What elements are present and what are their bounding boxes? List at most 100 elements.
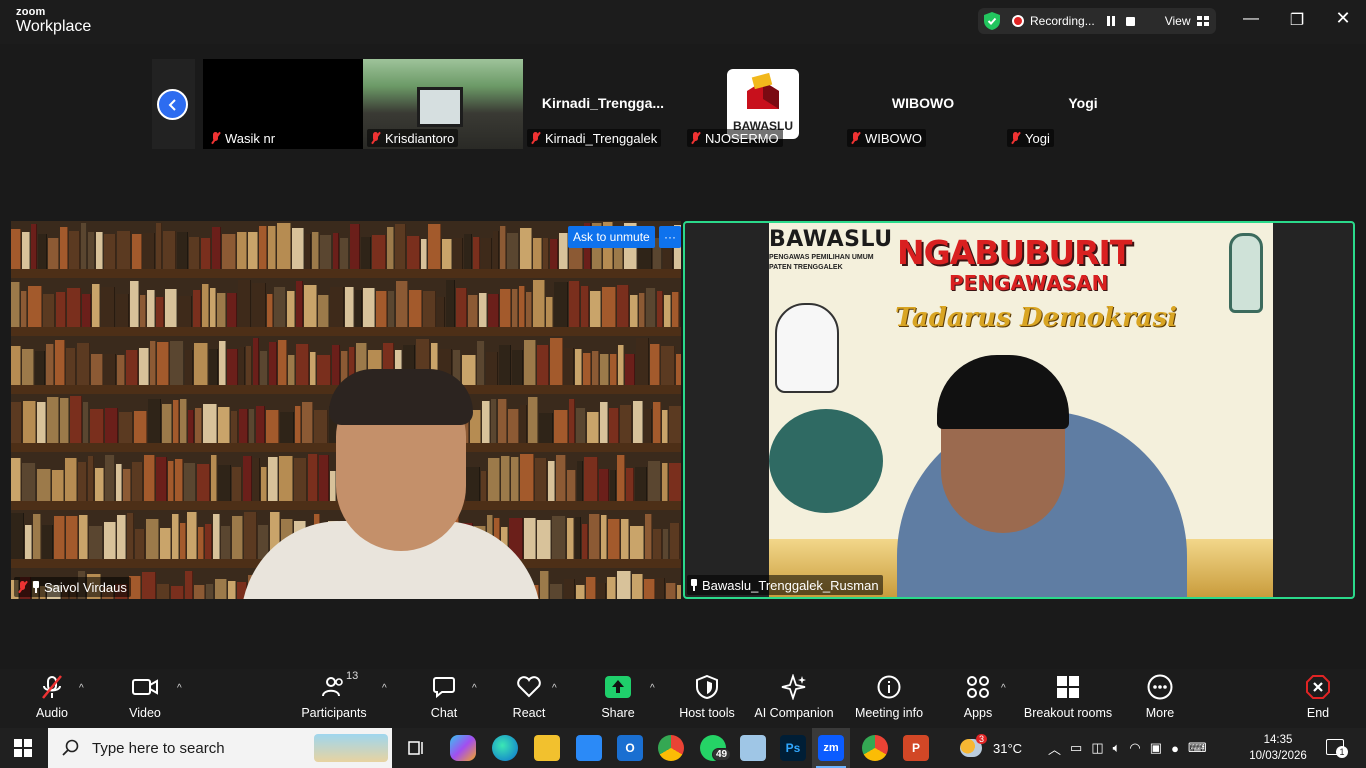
notifications-icon[interactable]: 1: [1326, 739, 1348, 758]
view-button[interactable]: View: [1165, 14, 1209, 28]
volume-icon[interactable]: 🔈︎: [1113, 740, 1121, 756]
book: [554, 410, 568, 443]
keyboard-icon[interactable]: ⌨︎: [1188, 740, 1207, 756]
ask-to-unmute-button[interactable]: Ask to unmute: [568, 226, 655, 248]
book: [653, 529, 662, 559]
notes-app-icon[interactable]: [740, 735, 766, 761]
more-button[interactable]: More: [1140, 669, 1180, 728]
video-options-caret-icon[interactable]: ^: [177, 683, 182, 694]
book: [184, 463, 196, 501]
book: [663, 529, 669, 559]
meeting-info-button[interactable]: Meeting info: [853, 669, 925, 728]
person-hair: [329, 369, 473, 425]
book: [650, 344, 660, 385]
system-tray: ︿ ▭ ◫ 🔈︎ ◠ ▣ ● ⌨︎: [1048, 728, 1207, 768]
book: [519, 286, 525, 327]
microsoft-store-icon[interactable]: [576, 735, 602, 761]
file-explorer-icon[interactable]: [534, 735, 560, 761]
apps-options-caret-icon[interactable]: ^: [1001, 683, 1006, 694]
react-options-caret-icon[interactable]: ^: [552, 683, 557, 694]
restore-button[interactable]: ❐: [1282, 10, 1312, 30]
thumbnail-5[interactable]: Yogi Yogi: [1003, 59, 1163, 149]
book: [70, 396, 82, 443]
book: [78, 462, 87, 501]
camera-icon[interactable]: ◫: [1091, 740, 1103, 756]
battery-icon[interactable]: ▭: [1070, 740, 1082, 756]
book: [456, 288, 467, 327]
thumbnail-0[interactable]: Wasik nr: [203, 59, 363, 149]
book: [277, 223, 291, 269]
book: [657, 291, 663, 327]
stop-recording-button[interactable]: [1125, 16, 1135, 26]
close-button[interactable]: ✕: [1328, 8, 1358, 29]
outlook-icon[interactable]: O: [617, 735, 643, 761]
taskbar-search-box[interactable]: Type here to search: [48, 728, 392, 768]
show-hidden-icons-chevron-icon[interactable]: ︿: [1048, 739, 1061, 758]
book: [91, 354, 103, 385]
powerpoint-icon[interactable]: P: [903, 735, 929, 761]
book: [47, 397, 59, 443]
chevron-left-icon[interactable]: [157, 89, 188, 120]
book: [296, 344, 309, 385]
photoshop-icon[interactable]: Ps: [780, 735, 806, 761]
book: [238, 280, 251, 327]
book: [144, 455, 155, 501]
host-tools-button[interactable]: Host tools: [678, 669, 736, 728]
pause-recording-button[interactable]: [1106, 16, 1115, 26]
book: [676, 354, 681, 385]
host-tools-shield-icon: [696, 674, 718, 700]
book: [576, 585, 585, 599]
thumbnail-1[interactable]: Krisdiantoro: [363, 59, 523, 149]
chat-button[interactable]: Chat: [426, 669, 462, 728]
participant-name: Kirnadi_Trenggalek: [545, 130, 658, 146]
book: [22, 463, 36, 501]
task-view-icon[interactable]: [404, 735, 430, 761]
windows-start-icon[interactable]: [14, 739, 32, 757]
wifi-icon[interactable]: ◠: [1129, 740, 1140, 756]
taskbar-clock[interactable]: 14:35 10/03/2026: [1242, 732, 1314, 764]
video-tile-active-speaker[interactable]: BAWASLU PENGAWAS PEMILIHAN UMUM PATEN TRE…: [683, 221, 1355, 599]
video-button[interactable]: Video: [126, 669, 164, 728]
weather-widget[interactable]: 3 31°C: [960, 728, 1022, 768]
thumbnail-3[interactable]: BAWASLU NJOSERMO: [683, 59, 843, 149]
ai-companion-button[interactable]: AI Companion: [754, 669, 834, 728]
video-tile-left[interactable]: Saivol Virdaus: [11, 221, 681, 599]
whatsapp-icon[interactable]: 49: [700, 735, 732, 761]
book: [266, 410, 279, 443]
book: [317, 355, 331, 385]
book: [194, 585, 205, 599]
book: [644, 579, 655, 599]
end-meeting-button[interactable]: End: [1300, 669, 1336, 728]
share-options-caret-icon[interactable]: ^: [650, 683, 655, 694]
meet-now-icon[interactable]: ▣: [1150, 740, 1162, 756]
apps-button[interactable]: Apps: [960, 669, 996, 728]
tile-more-options-button[interactable]: ···: [659, 226, 681, 248]
edge-browser-icon[interactable]: [492, 735, 518, 761]
thumbnail-4[interactable]: WIBOWO WIBOWO: [843, 59, 1003, 149]
book: [232, 516, 243, 559]
react-button[interactable]: React: [510, 669, 548, 728]
chat-options-caret-icon[interactable]: ^: [472, 683, 477, 694]
microphone-icon[interactable]: ●: [1171, 741, 1179, 756]
copilot-icon[interactable]: [450, 735, 476, 761]
encryption-shield-icon[interactable]: [984, 12, 1000, 30]
participants-options-caret-icon[interactable]: ^: [382, 683, 387, 694]
audio-button[interactable]: Audio: [32, 669, 72, 728]
chrome-icon[interactable]: [658, 735, 684, 761]
book: [33, 514, 41, 559]
thumbnail-2[interactable]: Kirnadi_Trengga... Kirnadi_Trenggalek: [523, 59, 683, 149]
react-label: React: [512, 706, 546, 720]
share-screen-icon: [605, 674, 631, 700]
book: [156, 457, 167, 501]
chrome-profile-icon[interactable]: [862, 735, 888, 761]
minimize-button[interactable]: —: [1236, 10, 1266, 28]
weather-badge: 3: [976, 734, 988, 744]
share-button[interactable]: Share: [600, 669, 636, 728]
breakout-rooms-button[interactable]: Breakout rooms: [1024, 669, 1112, 728]
zoom-app-icon[interactable]: zm: [818, 735, 844, 761]
book: [662, 463, 668, 501]
participants-button[interactable]: 13 Participants: [300, 669, 368, 728]
book: [626, 468, 634, 501]
book: [462, 355, 476, 385]
audio-options-caret-icon[interactable]: ^: [79, 683, 84, 694]
